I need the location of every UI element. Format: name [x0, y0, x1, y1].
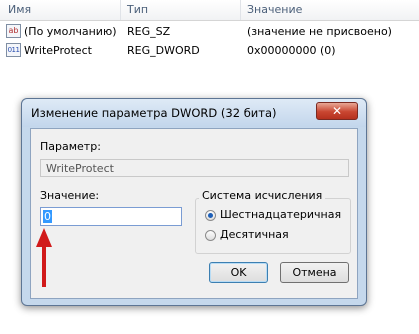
ok-button[interactable]: OK — [209, 262, 268, 283]
value-name: WriteProtect — [24, 44, 92, 57]
list-item[interactable]: ab (По умолчанию) REG_SZ (значение не пр… — [0, 22, 419, 42]
radio-selected-dot — [208, 213, 213, 218]
string-value-icon: ab — [6, 24, 21, 38]
column-divider[interactable] — [120, 0, 121, 20]
dialog-title: Изменение параметра DWORD (32 бита) — [31, 106, 277, 120]
annotation-arrow-shaft — [42, 245, 46, 287]
edit-dword-dialog: Изменение параметра DWORD (32 бита) ✕ Па… — [21, 98, 367, 306]
radio-decimal[interactable] — [205, 230, 216, 241]
value-label: Значение: — [40, 189, 100, 202]
param-name-field: WriteProtect — [40, 159, 349, 177]
base-group-label: Система исчисления — [199, 189, 326, 202]
radio-hex-label[interactable]: Шестнадцатеричная — [220, 208, 341, 221]
base-groupbox — [195, 198, 351, 254]
radio-decimal-label[interactable]: Десятичная — [220, 228, 289, 241]
value-data: (значение не присвоено) — [247, 25, 392, 38]
column-header-type[interactable]: Тип — [127, 3, 148, 16]
value-text-selected: 0 — [43, 210, 52, 223]
value-input[interactable]: 0 — [40, 207, 182, 226]
dialog-body: Параметр: WriteProtect Значение: 0 Систе… — [30, 128, 358, 299]
cancel-button[interactable]: Отмена — [280, 262, 349, 283]
radio-hex[interactable] — [205, 210, 216, 221]
close-button[interactable]: ✕ — [316, 102, 358, 120]
value-name: (По умолчанию) — [24, 25, 117, 38]
dword-value-icon: 011 — [6, 43, 21, 57]
dialog-title-bar[interactable]: Изменение параметра DWORD (32 бита) ✕ — [22, 99, 366, 127]
value-data: 0x00000000 (0) — [247, 44, 336, 57]
column-header-value[interactable]: Значение — [247, 3, 302, 16]
column-divider[interactable] — [240, 0, 241, 20]
list-item[interactable]: 011 WriteProtect REG_DWORD 0x00000000 (0… — [0, 41, 419, 61]
param-label: Параметр: — [40, 140, 101, 153]
close-icon: ✕ — [331, 104, 343, 118]
list-header: Имя Тип Значение — [0, 0, 419, 21]
param-name-value: WriteProtect — [46, 162, 114, 175]
value-type: REG_SZ — [127, 25, 171, 38]
column-header-name[interactable]: Имя — [8, 3, 31, 16]
value-type: REG_DWORD — [127, 44, 200, 57]
